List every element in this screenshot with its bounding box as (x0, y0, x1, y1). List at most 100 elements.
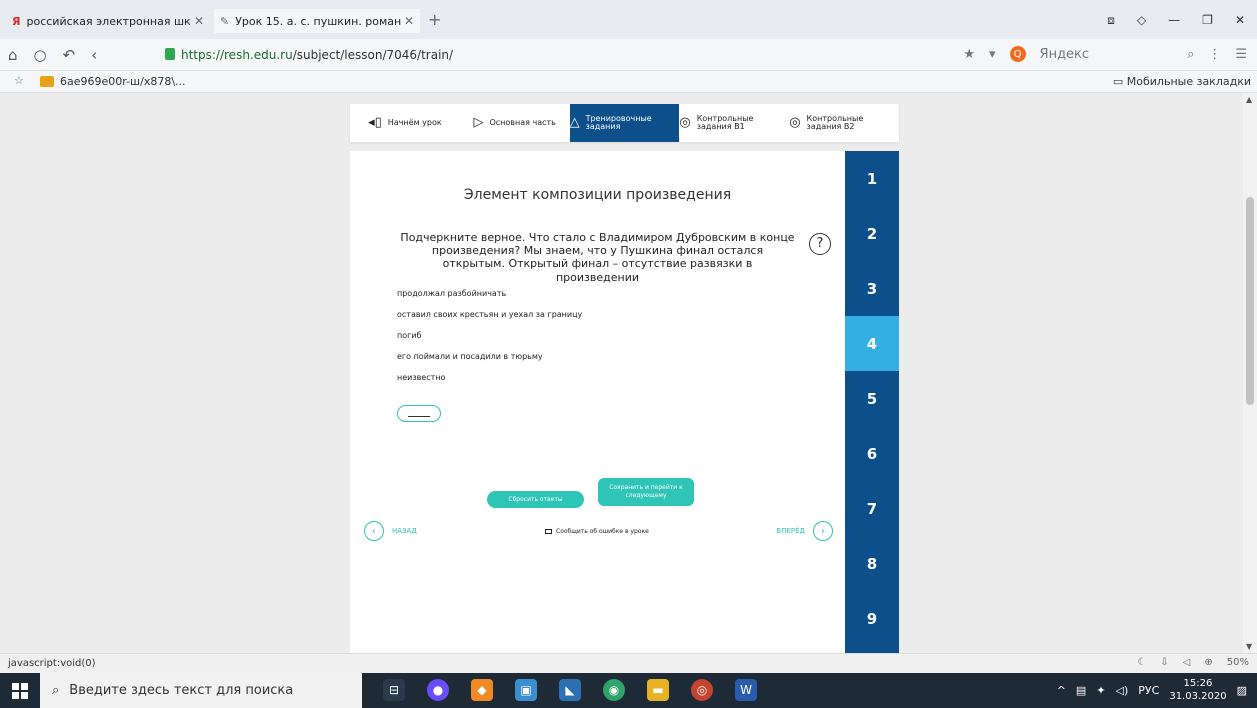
forward-link[interactable]: ВПЕРЁД › (776, 521, 833, 541)
answer-option[interactable]: неизвестно (397, 372, 582, 393)
taskbar-apps: ⊟ ● ◆ ▣ ◣ ◉ ▬ ◎ W (383, 679, 757, 701)
tab-lesson[interactable]: ✎ Урок 15. а. с. пушкин. роман ✕ (214, 9, 420, 33)
search-icon[interactable]: ⌕ (1187, 47, 1194, 62)
zoom-icon[interactable]: ⊕ (1204, 657, 1212, 668)
maximize-icon[interactable]: ❐ (1202, 13, 1213, 28)
more-icon[interactable]: ⋮ (1208, 47, 1221, 62)
word-icon[interactable]: W (735, 679, 757, 701)
night-mode-icon[interactable]: ☾ (1137, 657, 1146, 668)
media-icon[interactable]: ◎ (691, 679, 713, 701)
task-view-icon[interactable]: ⊟ (383, 679, 405, 701)
app-icon[interactable]: ◉ (603, 679, 625, 701)
lesson-nav: ◂▯ Начнём урок ▷ Основная часть △ Тренир… (350, 104, 899, 142)
chevron-up-icon[interactable]: ^ (1057, 684, 1066, 697)
close-tab-icon[interactable]: ✕ (194, 14, 204, 28)
nav-control-b1[interactable]: ◎ Контрольные задания В1 (679, 104, 789, 142)
url-field[interactable]: https://resh.edu.ru/subject/lesson/7046/… (181, 48, 453, 62)
back-link[interactable]: ‹ НАЗАД (364, 521, 417, 541)
minimize-icon[interactable]: — (1168, 13, 1180, 28)
mobile-bookmarks[interactable]: ▭ Мобильные закладки (1113, 75, 1251, 88)
task-number-9[interactable]: 9 (845, 591, 899, 646)
browser-window: Я российская электронная шк ✕ ✎ Урок 15.… (0, 0, 1257, 708)
help-icon[interactable]: ? (809, 233, 831, 255)
yandex-search-icon[interactable]: Q (1009, 46, 1026, 62)
network-icon[interactable]: ▤ (1076, 684, 1086, 697)
bookmark-star-icon[interactable]: ★ (963, 47, 975, 62)
nav-control-b2[interactable]: ◎ Контрольные задания В2 (789, 104, 899, 142)
tab-resh[interactable]: Я российская электронная шк ✕ (6, 9, 210, 33)
zoom-level[interactable]: 50% (1227, 657, 1249, 668)
taskbar-search[interactable]: ⌕ Введите здесь текст для поиска (40, 673, 362, 708)
nav-label: Основная часть (489, 117, 556, 127)
reset-answers-button[interactable]: Сбросить ответы (487, 491, 584, 508)
chevron-down-icon[interactable]: ▾ (989, 47, 996, 62)
bookmarks-bar: ☆ 6ae969e00r-ш/x878\... ▭ Мобильные закл… (0, 71, 1257, 93)
notifications-icon[interactable]: ▨ (1237, 684, 1247, 697)
forward-label: ВПЕРЁД (776, 527, 805, 535)
windows-start-icon[interactable] (12, 683, 28, 699)
sound-icon[interactable]: ◁ (1183, 657, 1191, 668)
close-tab-icon[interactable]: ✕ (404, 14, 414, 28)
reload-icon[interactable]: ○ (34, 46, 47, 64)
nav-label: Начнём урок (387, 117, 442, 127)
bookmark-item[interactable]: 6ae969e00r-ш/x878\... (40, 75, 186, 88)
task-number-5[interactable]: 5 (845, 371, 899, 426)
answer-option[interactable]: оставил своих крестьян и уехал за границ… (397, 309, 582, 330)
star-icon[interactable]: ☆ (14, 74, 24, 87)
undo-icon[interactable]: ↶ (63, 46, 76, 64)
app-icon[interactable]: ◆ (471, 679, 493, 701)
answer-drop-zone[interactable] (397, 405, 441, 422)
back-arrow-icon[interactable]: ‹ (91, 46, 97, 64)
app-icon[interactable]: ▣ (515, 679, 537, 701)
answer-option[interactable]: погиб (397, 330, 582, 351)
answer-option[interactable]: продолжал разбойничать (397, 288, 582, 309)
pencil-icon: ✎ (220, 14, 230, 28)
status-url: javascript:void(0) (8, 658, 96, 669)
menu-icon[interactable]: ☰ (1235, 47, 1247, 62)
report-error-link[interactable]: Сообщить об ошибке в уроке (545, 528, 649, 535)
page-scrollbar[interactable]: ▲ ▼ (1243, 93, 1257, 653)
bookmark-label: 6ae969e00r-ш/x878\... (60, 75, 186, 88)
search-engine-label[interactable]: Яндекс (1040, 47, 1090, 62)
nav-label: Тренировочные задания (585, 113, 652, 131)
tab-label: Урок 15. а. с. пушкин. роман (235, 14, 402, 28)
task-number-8[interactable]: 8 (845, 536, 899, 591)
pin-icon[interactable]: ⧈ (1107, 13, 1115, 28)
address-bar: ⌂ ○ ↶ ‹ https://resh.edu.ru/subject/less… (0, 39, 1257, 71)
task-number-2[interactable]: 2 (845, 206, 899, 261)
arrow-right-icon: › (813, 521, 833, 541)
clock[interactable]: 15:26 31.03.2020 (1169, 678, 1226, 703)
language-indicator[interactable]: РУС (1138, 684, 1159, 697)
nav-start-lesson[interactable]: ◂▯ Начнём урок (350, 104, 460, 142)
task-panel: Элемент композиции произведения Подчеркн… (350, 151, 845, 653)
task-number-4[interactable]: 4 (845, 316, 899, 371)
url-path: /subject/lesson/7046/train/ (292, 48, 454, 62)
answer-option[interactable]: его поймали и посадили в тюрьму (397, 351, 582, 372)
shield-icon[interactable]: ◇ (1137, 13, 1146, 28)
scroll-thumb[interactable] (1246, 197, 1254, 405)
tab-bar: Я российская электронная шк ✕ ✎ Урок 15.… (0, 0, 1257, 39)
volume-icon[interactable]: ◁) (1116, 684, 1129, 697)
download-icon[interactable]: ⇩ (1160, 657, 1168, 668)
close-window-icon[interactable]: ✕ (1235, 13, 1245, 28)
task-number-3[interactable]: 3 (845, 261, 899, 316)
scroll-down-icon[interactable]: ▼ (1246, 642, 1252, 651)
alice-icon[interactable]: ● (427, 679, 449, 701)
new-tab-icon[interactable]: + (428, 10, 441, 29)
folder-icon[interactable]: ▬ (647, 679, 669, 701)
window-controls: ⧈ ◇ — ❐ ✕ (1107, 13, 1245, 28)
home-icon[interactable]: ⌂ (8, 46, 18, 64)
app-icon[interactable]: ◣ (559, 679, 581, 701)
nav-main-part[interactable]: ▷ Основная часть (460, 104, 570, 142)
task-number-1[interactable]: 1 (845, 151, 899, 206)
report-label: Сообщить об ошибке в уроке (556, 528, 649, 535)
bluetooth-icon[interactable]: ✦ (1096, 684, 1105, 697)
task-number-7[interactable]: 7 (845, 481, 899, 536)
nav-label: Контрольные задания В1 (696, 113, 754, 131)
task-number-6[interactable]: 6 (845, 426, 899, 481)
megaphone-icon: ◂▯ (368, 115, 382, 131)
back-label: НАЗАД (392, 527, 417, 535)
scroll-up-icon[interactable]: ▲ (1246, 95, 1252, 104)
save-next-button[interactable]: Сохранить и перейти к следующему (598, 478, 694, 506)
nav-training[interactable]: △ Тренировочные задания (569, 104, 680, 142)
